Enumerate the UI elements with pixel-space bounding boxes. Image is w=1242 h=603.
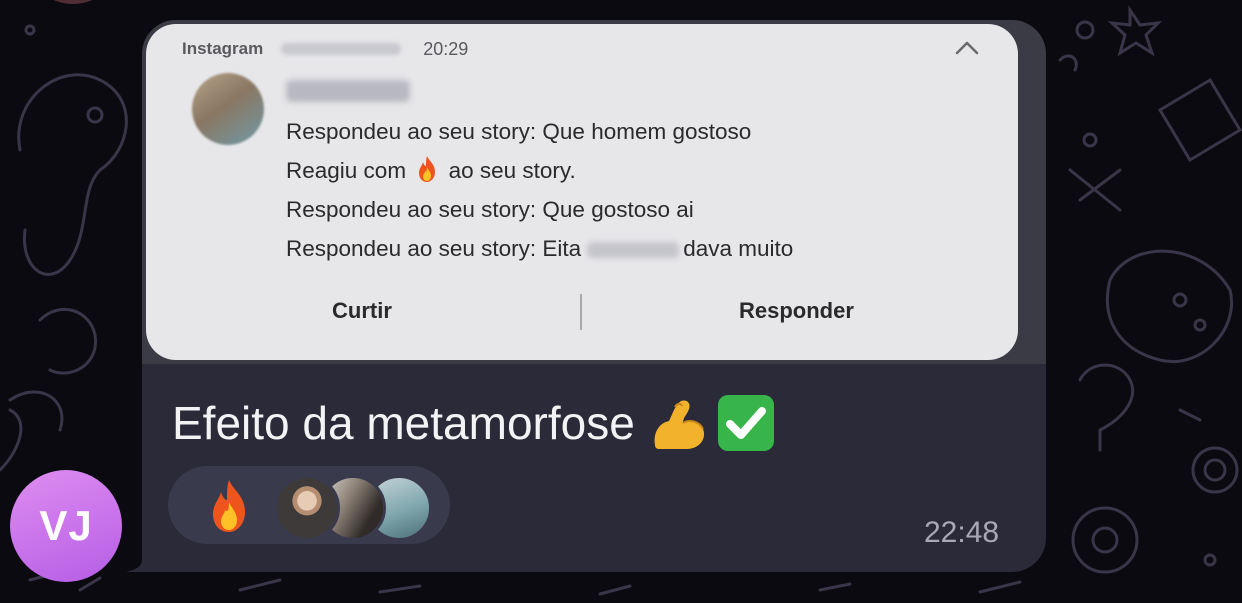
reactor-avatar	[274, 475, 340, 541]
notification-actions: Curtir Responder	[146, 286, 1018, 338]
check-mark-button-icon	[717, 395, 774, 451]
notification-line: Respondeu ao seu story: Eita dava muito	[286, 236, 794, 261]
notification-time: 20:29	[423, 38, 469, 59]
sender-avatar[interactable]: VJ	[10, 470, 122, 582]
blurred-account-name	[281, 43, 402, 55]
actions-divider	[580, 294, 582, 330]
notification-line: Respondeu ao seu story: Que gostoso ai	[286, 197, 694, 222]
notification-app-name: Instagram	[182, 39, 264, 58]
screenshot-photo[interactable]: Instagram 20:29 Respondeu ao seu story: …	[142, 20, 1046, 364]
fire-reaction-icon	[213, 480, 245, 532]
sender-profile-picture	[192, 73, 264, 145]
blurred-sender-username	[286, 80, 410, 102]
fire-icon	[419, 156, 436, 182]
notification-lines: Respondeu ao seu story: Que homem gostos…	[286, 112, 793, 268]
notification-line: Respondeu ao seu story: Que homem gostos…	[286, 119, 752, 144]
avatar-initials: VJ	[39, 502, 93, 549]
chevron-up-icon	[955, 41, 979, 55]
notification-line: Reagiu com ao seu story.	[286, 151, 793, 190]
message-time: 22:48	[924, 516, 1000, 549]
flexed-biceps-icon	[654, 400, 704, 449]
instagram-notification-card: Instagram 20:29 Respondeu ao seu story: …	[146, 24, 1018, 360]
blurred-word	[587, 242, 680, 259]
notification-header: Instagram 20:29	[182, 37, 468, 61]
like-button[interactable]: Curtir	[332, 298, 392, 324]
reactions-pill[interactable]	[168, 466, 450, 544]
message-caption: Efeito da metamorfose	[172, 392, 777, 454]
message-bubble[interactable]: Instagram 20:29 Respondeu ao seu story: …	[142, 20, 1046, 572]
caption-text: Efeito da metamorfose	[172, 397, 635, 449]
reply-button[interactable]: Responder	[739, 298, 854, 324]
